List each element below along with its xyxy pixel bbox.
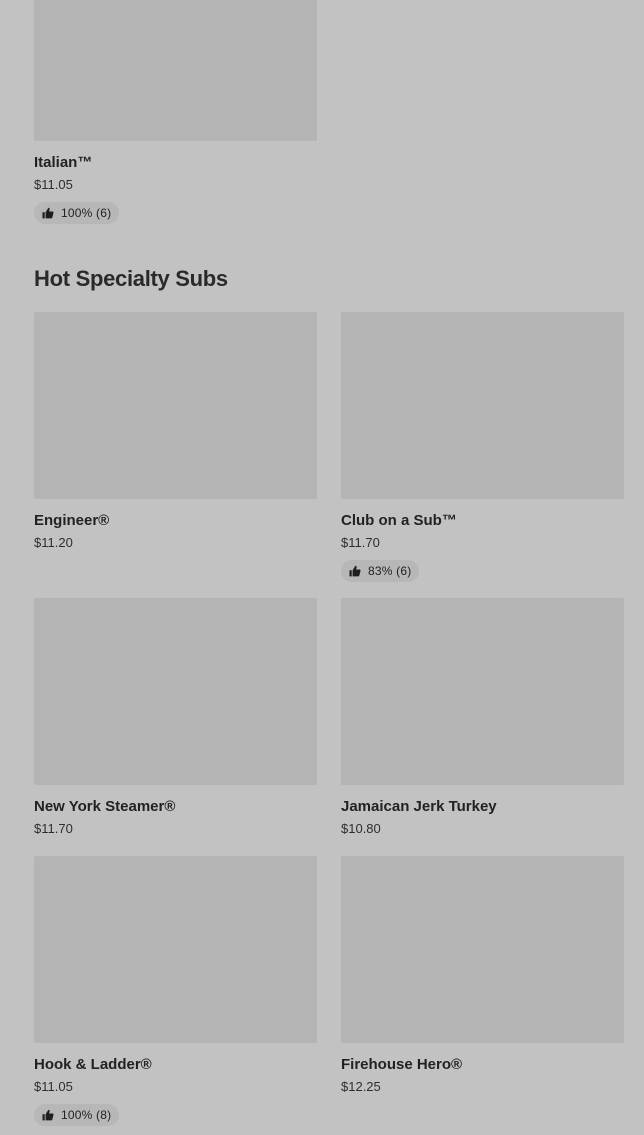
item-price: $11.05 [34, 177, 73, 192]
item-name: Italian™ [34, 154, 93, 171]
item-price: $10.80 [341, 821, 381, 836]
rating-text: 100% (6) [61, 206, 112, 220]
thumbs-up-icon [42, 1109, 54, 1121]
item-name: Firehouse Hero® [341, 1056, 463, 1073]
item-price: $11.20 [34, 535, 73, 550]
item-price: $11.70 [341, 535, 380, 550]
item-image[interactable] [34, 0, 317, 141]
item-image[interactable] [34, 312, 317, 499]
menu-item-new-york-steamer[interactable]: New York Steamer® $11.70 [34, 598, 317, 837]
rating-badge: 100% (8) [34, 1104, 120, 1126]
section-title: Hot Specialty Subs [34, 266, 228, 291]
menu-item-italian[interactable]: Italian™ $11.05 100% (6) [34, 0, 317, 224]
item-name: Hook & Ladder® [34, 1056, 152, 1073]
menu-item-firehouse-hero[interactable]: Firehouse Hero® $12.25 [341, 856, 624, 1095]
item-name: Engineer® [34, 512, 110, 529]
item-image[interactable] [341, 312, 624, 499]
item-name: Club on a Sub™ [341, 512, 457, 529]
menu-item-club-on-a-sub[interactable]: Club on a Sub™ $11.70 83% (6) [341, 312, 624, 582]
menu-item-engineer[interactable]: Engineer® $11.20 [34, 312, 317, 551]
thumbs-up-icon [42, 207, 54, 219]
item-image[interactable] [341, 598, 624, 785]
item-price: $11.05 [34, 1079, 73, 1094]
menu-item-hook-and-ladder[interactable]: Hook & Ladder® $11.05 100% (8) [34, 856, 317, 1126]
item-price: $11.70 [34, 821, 73, 836]
item-price: $12.25 [341, 1079, 381, 1094]
menu-item-jamaican-jerk-turkey[interactable]: Jamaican Jerk Turkey $10.80 [341, 598, 624, 837]
thumbs-up-icon [349, 565, 361, 577]
rating-text: 100% (8) [61, 1108, 112, 1122]
rating-badge: 83% (6) [341, 560, 420, 582]
item-name: Jamaican Jerk Turkey [341, 798, 497, 815]
item-image[interactable] [341, 856, 624, 1043]
rating-text: 83% (6) [368, 564, 412, 578]
item-image[interactable] [34, 856, 317, 1043]
item-image[interactable] [34, 598, 317, 785]
item-name: New York Steamer® [34, 798, 176, 815]
rating-badge: 100% (6) [34, 202, 120, 224]
